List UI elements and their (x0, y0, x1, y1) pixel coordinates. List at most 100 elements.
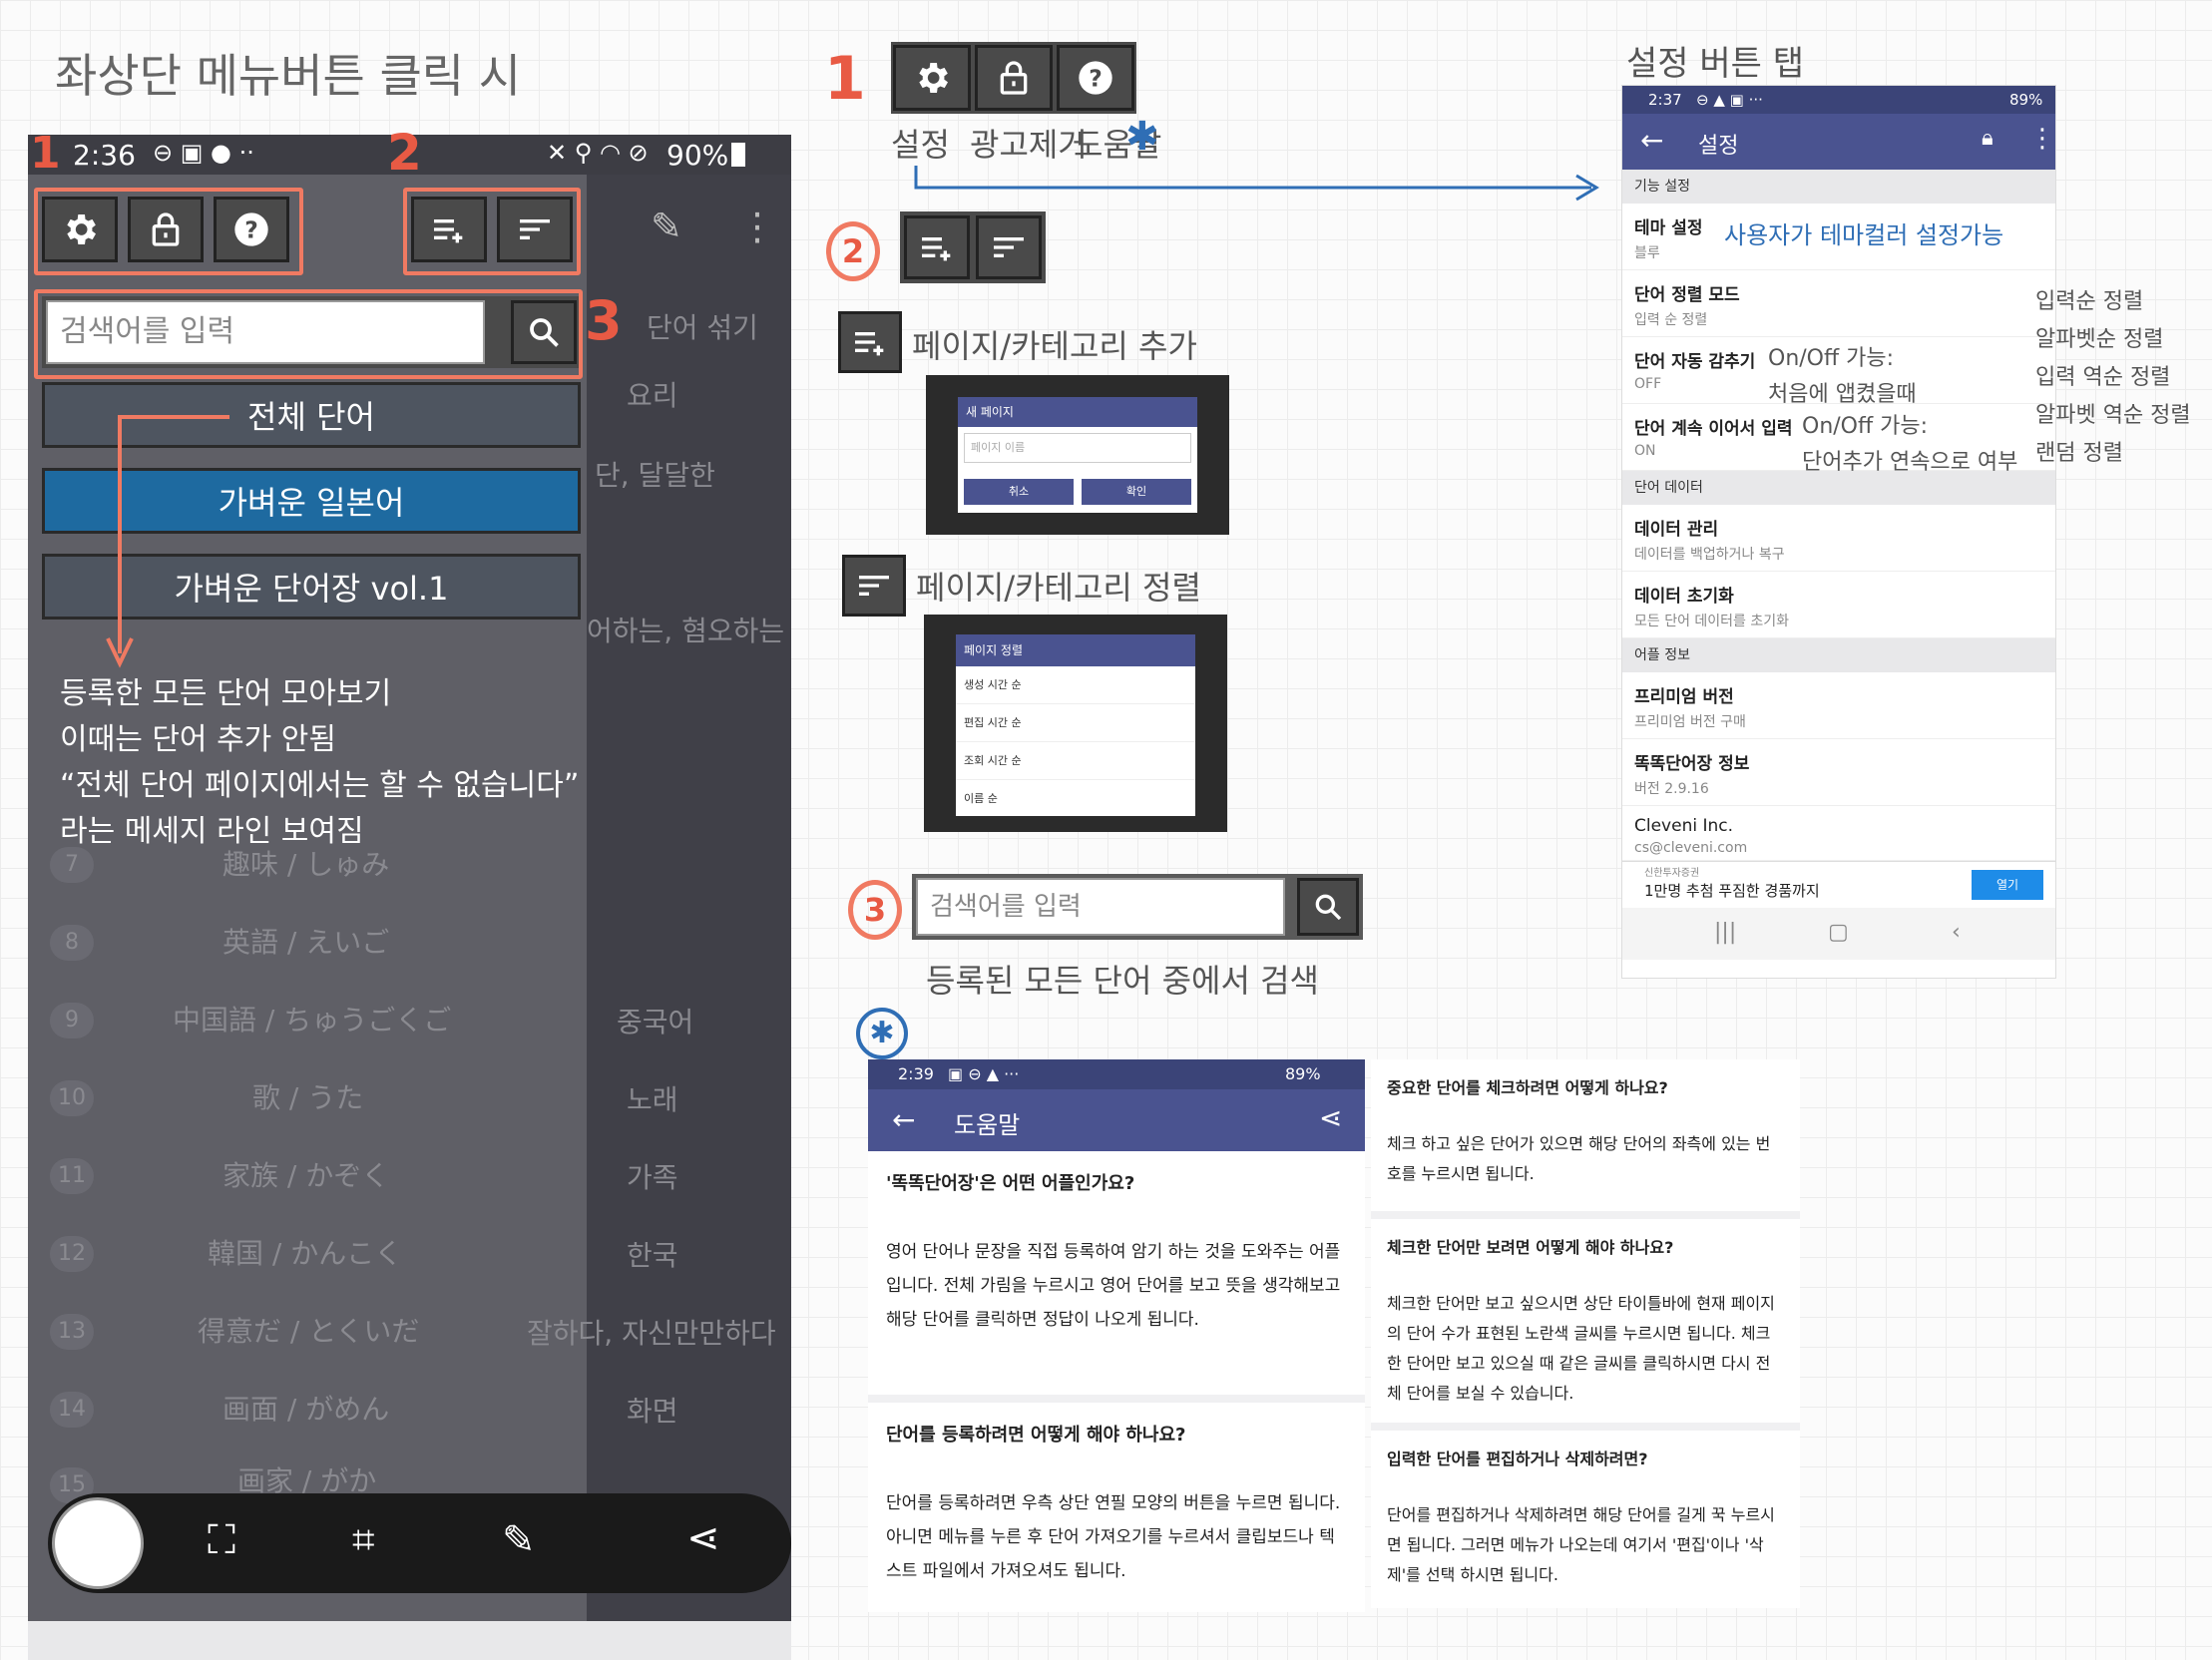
theme-note: 사용자가 테마컬러 설정가능 (1724, 221, 2004, 249)
gear-icon (919, 63, 948, 93)
note-line: 처음에 앱켰을때 (1768, 382, 1917, 407)
setting-title: 데이터 관리 (1634, 520, 1719, 540)
page-name-input[interactable]: 페이지 이름 (964, 433, 1191, 463)
help-status-bar: 2:39 ▣ ⊖ ▲ ··· 89% (868, 1059, 1365, 1089)
legend-help-button: ? (1057, 45, 1134, 111)
playlist-add-icon (922, 237, 951, 261)
search-icon (1315, 894, 1342, 921)
faq-item: 단어를 등록하려면 어떻게 해야 하나요? 단어를 등록하려면 우측 상단 연필… (868, 1403, 1365, 1612)
setting-company[interactable]: Cleveni Inc. cs@cleveni.com (1622, 806, 2055, 861)
search-caption: 등록된 모든 단어 중에서 검색 (926, 962, 1319, 1000)
note-line: 입력 역순 정렬 (2035, 365, 2171, 390)
back-arrow-icon[interactable]: ← (1640, 124, 1663, 157)
share-icon[interactable]: ⋖ (1319, 1101, 1342, 1134)
setting-sub: 데이터를 백업하거나 복구 (1634, 547, 1785, 563)
recent-apps-icon[interactable]: ||| (1714, 920, 1736, 945)
dialog-ok-button[interactable]: 확인 (1082, 479, 1191, 505)
help-screen-right: 중요한 단어를 체크하려면 어떻게 하나요? 체크 하고 싶은 단어가 있으면 … (1371, 1059, 1800, 1608)
setting-data-manage[interactable]: 데이터 관리 데이터를 백업하거나 복구 (1622, 505, 2055, 572)
back-arrow-icon[interactable]: ← (892, 1103, 915, 1136)
setting-app-info[interactable]: 똑똑단어장 정보 버전 2.9.16 (1622, 739, 2055, 806)
ad-text: 1만명 추첨 푸짐한 경품까지 (1644, 882, 1820, 900)
auto-hide-note: On/Off 가능: 처음에 앱켰을때 (1768, 341, 1917, 413)
ad-open-button[interactable]: 열기 (1972, 870, 2043, 900)
settings-caption: 설정 버튼 탭 (1626, 44, 1805, 84)
home-icon[interactable]: ▢ (1828, 920, 1849, 945)
sort-option[interactable]: 편집 시간 순 (956, 704, 1195, 742)
help-star-marker: ✱ (856, 1008, 908, 1059)
dialog-box: 새 페이지 페이지 이름 취소 확인 (958, 397, 1197, 513)
help-icon: ? (1079, 61, 1112, 95)
add-page-dialog-screenshot: 새 페이지 페이지 이름 취소 확인 (926, 375, 1229, 535)
faq-question: '똑똑단어장'은 어떤 어플인가요? (886, 1173, 1135, 1194)
continue-note: On/Off 가능: 단어추가 연속으로 여부 (1802, 409, 2017, 481)
ad-small-text: 신한투자증권 (1644, 868, 1700, 879)
setting-premium[interactable]: 프리미엄 버전 프리미엄 버전 구매 (1622, 672, 2055, 739)
legend-search-input: 검색어를 입력 (916, 878, 1285, 936)
faq-question: 체크한 단어만 보려면 어떻게 해야 하나요? (1387, 1238, 1674, 1257)
legend-label-remove-ads: 광고제거 (970, 126, 1088, 164)
setting-title: 프리미엄 버전 (1634, 687, 1734, 707)
settings-title: 설정 (1698, 134, 1739, 159)
sort-option[interactable]: 조회 시간 순 (956, 742, 1195, 780)
sort-dialog-box: 페이지 정렬 생성 시간 순 편집 시간 순 조회 시간 순 이름 순 (956, 634, 1195, 816)
note-line: 단어추가 연속으로 여부 (1802, 450, 2018, 475)
add-icon-badge (838, 311, 902, 373)
legend-marker-2: 2 (826, 221, 880, 281)
help-screen-left: 2:39 ▣ ⊖ ▲ ··· 89% ← 도움말 ⋖ '똑똑단어장'은 어떤 어… (868, 1059, 1365, 1612)
setting-sub: cs@cleveni.com (1634, 840, 1748, 856)
setting-sub: 모든 단어 데이터를 초기화 (1634, 614, 1790, 629)
legend-search-button (1297, 878, 1359, 936)
note-line: 알파벳 역순 정렬 (2035, 403, 2191, 428)
legend-toolbar: ? (891, 42, 1136, 114)
lock-icon[interactable]: 🔒︎ (1982, 126, 1993, 151)
legend-label-settings: 설정 (891, 126, 950, 164)
battery-text: 89% (1285, 1064, 1321, 1083)
legend-search-bar: 검색어를 입력 (912, 874, 1363, 940)
note-line: 랜덤 정렬 (2035, 441, 2123, 466)
setting-sub: 버전 2.9.16 (1634, 781, 1709, 797)
battery-text: 89% (2009, 91, 2043, 109)
faq-question: 단어를 등록하려면 어떻게 해야 하나요? (886, 1425, 1186, 1446)
sort-option[interactable]: 이름 순 (956, 780, 1195, 817)
faq-answer: 단어를 편집하거나 삭제하려면 해당 단어를 길게 꾹 누르시면 됩니다. 그러… (1387, 1505, 1775, 1584)
faq-item: 체크한 단어만 보려면 어떻게 해야 하나요? 체크한 단어만 보고 싶으시면 … (1371, 1219, 1800, 1423)
note-line: On/Off 가능: (1802, 414, 1929, 439)
legend-marker-3: 3 (848, 880, 902, 940)
note-line: 알파벳순 정렬 (2035, 327, 2164, 352)
legend2-toolbar (900, 211, 1046, 283)
settings-status-bar: 2:37 ⊖ ▲ ▣ ··· 89% (1622, 86, 2055, 114)
status-icons: ⊖ ▲ ▣ ··· (1696, 91, 1763, 109)
add-page-label: 페이지/카테고리 추가 (912, 327, 1197, 365)
setting-sub: 입력 순 정렬 (1634, 312, 1708, 328)
ad-banner[interactable]: 신한투자증권 1만명 추첨 푸짐한 경품까지 열기 (1622, 861, 2055, 908)
setting-title: 단어 정렬 모드 (1634, 285, 1740, 305)
legend-add-button (904, 215, 970, 279)
help-app-bar: ← 도움말 ⋖ (868, 1089, 1365, 1151)
sort-dialog-title: 페이지 정렬 (956, 634, 1195, 666)
section-function-settings: 기능 설정 (1622, 170, 2055, 204)
note-line: On/Off 가능: (1768, 346, 1895, 371)
help-title: 도움말 (954, 1111, 1021, 1139)
faq-question: 입력한 단어를 편집하거나 삭제하려면? (1387, 1450, 1648, 1468)
faq-item: 입력한 단어를 편집하거나 삭제하려면? 단어를 편집하거나 삭제하려면 해당 … (1371, 1431, 1800, 1608)
back-icon[interactable]: ‹ (1952, 920, 1961, 945)
settings-nav-bar: ||| ▢ ‹ (1622, 908, 2055, 960)
lock-icon (1000, 61, 1028, 95)
more-icon[interactable]: ⋮ (2029, 124, 2055, 154)
setting-sort-mode[interactable]: 단어 정렬 모드 입력 순 정렬 (1622, 270, 2055, 337)
sort-page-dialog-screenshot: 페이지 정렬 생성 시간 순 편집 시간 순 조회 시간 순 이름 순 (924, 615, 1227, 832)
dialog-cancel-button[interactable]: 취소 (964, 479, 1074, 505)
faq-answer: 영어 단어나 문장을 직접 등록하여 암기 하는 것을 도와주는 어플입니다. … (886, 1242, 1341, 1330)
status-time: 2:39 (898, 1064, 934, 1083)
faq-item: '똑똑단어장'은 어떤 어플인가요? 영어 단어나 문장을 직접 등록하여 암기… (868, 1151, 1365, 1395)
setting-title: 데이터 초기화 (1634, 587, 1734, 607)
setting-data-reset[interactable]: 데이터 초기화 모든 단어 데이터를 초기화 (1622, 572, 2055, 638)
sort-options-note: 입력순 정렬 알파벳순 정렬 입력 역순 정렬 알파벳 역순 정렬 랜덤 정렬 (2035, 283, 2191, 473)
sort-page-label: 페이지/카테고리 정렬 (916, 569, 1201, 607)
status-time: 2:37 (1648, 91, 1682, 109)
setting-title: Cleveni Inc. (1634, 816, 1734, 836)
legend-settings-button (893, 45, 971, 111)
sort-option[interactable]: 생성 시간 순 (956, 666, 1195, 704)
faq-answer: 단어를 등록하려면 우측 상단 연필 모양의 버튼을 누르면 됩니다. 아니면 … (886, 1493, 1341, 1581)
